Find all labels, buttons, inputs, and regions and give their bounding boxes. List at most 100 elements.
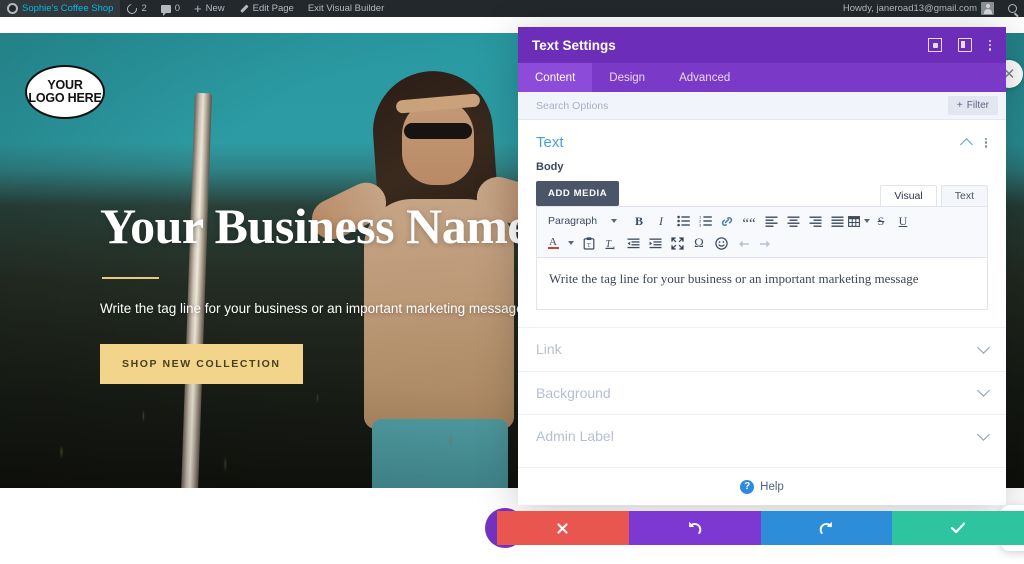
accordion-admin-label-label: Admin Label bbox=[536, 428, 614, 445]
format-select-value: Paragraph bbox=[548, 215, 598, 227]
accordion-link[interactable]: Link bbox=[518, 327, 1006, 371]
text-color-chevron-icon[interactable] bbox=[564, 233, 578, 254]
toolbar-row-2: A T Tx Ω bbox=[542, 232, 982, 254]
more-options-icon[interactable] bbox=[988, 38, 992, 52]
body-field-label: Body bbox=[536, 161, 564, 173]
modal-header: Text Settings bbox=[518, 27, 1006, 63]
update-icon bbox=[125, 1, 140, 16]
special-character-icon[interactable]: Ω bbox=[688, 233, 710, 254]
redo-icon[interactable] bbox=[754, 233, 776, 254]
plus-icon: + bbox=[956, 100, 963, 111]
clear-formatting-icon[interactable]: Tx bbox=[600, 233, 622, 254]
hero-cta-button[interactable]: SHOP NEW COLLECTION bbox=[100, 344, 303, 384]
avatar bbox=[981, 2, 994, 15]
modal-title: Text Settings bbox=[532, 37, 616, 53]
undo-button[interactable] bbox=[628, 511, 761, 545]
help-row[interactable]: ? Help bbox=[518, 467, 1006, 505]
svg-text:T: T bbox=[587, 243, 591, 249]
add-media-button[interactable]: ADD MEDIA bbox=[536, 181, 620, 206]
comment-icon bbox=[160, 4, 171, 16]
wp-editor: ADD MEDIA Visual Text Paragraph B I 1 2 … bbox=[518, 173, 1006, 310]
adminbar-comments[interactable]: 0 bbox=[154, 0, 187, 17]
redo-icon bbox=[819, 521, 832, 534]
accordion-link-label: Link bbox=[536, 341, 562, 358]
tab-content[interactable]: Content bbox=[518, 63, 593, 92]
chevron-down-icon bbox=[977, 340, 990, 354]
tab-visual[interactable]: Visual bbox=[880, 185, 937, 206]
text-section-actions bbox=[960, 136, 988, 151]
hero-title: Your Business Name bbox=[100, 198, 530, 254]
adminbar-edit-page[interactable]: Edit Page bbox=[232, 0, 301, 17]
editor-mode-tabs: Visual Text bbox=[880, 185, 988, 206]
fullscreen-icon[interactable] bbox=[666, 233, 688, 254]
bold-icon[interactable]: B bbox=[628, 211, 650, 232]
align-right-icon[interactable] bbox=[804, 211, 826, 232]
hero-subtitle: Write the tag line for your business or … bbox=[100, 301, 524, 316]
align-center-icon[interactable] bbox=[782, 211, 804, 232]
filter-button[interactable]: + Filter bbox=[947, 96, 998, 115]
paste-as-text-icon[interactable]: T bbox=[578, 233, 600, 254]
adminbar-site-name: Sophie's Coffee Shop bbox=[22, 3, 114, 14]
undo-icon[interactable] bbox=[732, 233, 754, 254]
outdent-icon[interactable] bbox=[622, 233, 644, 254]
logo-line-2: LOGO HERE bbox=[28, 91, 102, 105]
wordpress-logo-icon bbox=[7, 3, 18, 14]
svg-text:3: 3 bbox=[699, 223, 702, 227]
adminbar-updates[interactable]: 2 bbox=[120, 0, 153, 17]
save-button[interactable] bbox=[892, 511, 1024, 545]
adminbar-edit-page-label: Edit Page bbox=[252, 3, 294, 14]
editor-content-area[interactable]: Write the tag line for your business or … bbox=[536, 258, 988, 310]
chevron-down-icon bbox=[611, 219, 618, 223]
section-more-icon[interactable] bbox=[984, 136, 988, 149]
editor-top-row: ADD MEDIA Visual Text bbox=[536, 181, 988, 206]
search-input[interactable] bbox=[536, 99, 948, 112]
blockquote-icon[interactable]: ““ bbox=[738, 211, 760, 232]
builder-action-bar bbox=[485, 505, 1024, 551]
adminbar-exit-visual-builder[interactable]: Exit Visual Builder bbox=[301, 0, 391, 17]
text-section-header: Text bbox=[518, 120, 1006, 157]
align-justify-icon[interactable] bbox=[826, 211, 848, 232]
svg-text:x: x bbox=[612, 245, 615, 249]
adminbar-new-label: New bbox=[205, 3, 225, 14]
format-select[interactable]: Paragraph bbox=[542, 211, 628, 232]
help-icon: ? bbox=[740, 479, 755, 494]
editor-toolbar: Paragraph B I 123 ““ S U A T T x Ω bbox=[536, 206, 988, 258]
adminbar-comments-count: 0 bbox=[174, 3, 181, 14]
pencil-icon bbox=[239, 4, 249, 14]
adminbar-search[interactable] bbox=[1001, 0, 1024, 17]
wp-admin-bar: Sophie's Coffee Shop 2 0 + New Edit Page… bbox=[0, 0, 1024, 17]
discard-button[interactable] bbox=[497, 511, 629, 545]
italic-icon[interactable]: I bbox=[650, 211, 672, 232]
emoji-icon[interactable] bbox=[710, 233, 732, 254]
text-section-title: Text bbox=[536, 134, 564, 151]
adminbar-account[interactable]: Howdy, janeroad13@gmail.com bbox=[836, 0, 1001, 17]
modal-tabs: Content Design Advanced bbox=[518, 63, 1006, 92]
accordion-background[interactable]: Background bbox=[518, 370, 1006, 415]
redo-button[interactable] bbox=[760, 511, 893, 545]
strikethrough-icon[interactable]: S bbox=[870, 211, 892, 232]
tab-design[interactable]: Design bbox=[592, 63, 662, 92]
tab-advanced[interactable]: Advanced bbox=[662, 63, 747, 92]
modal-header-actions bbox=[928, 38, 992, 52]
site-logo[interactable]: YOUR LOGO HERE bbox=[25, 65, 105, 119]
table-icon[interactable] bbox=[848, 211, 870, 232]
chevron-up-icon[interactable] bbox=[960, 137, 973, 151]
plus-icon: + bbox=[194, 1, 202, 16]
bulleted-list-icon[interactable] bbox=[672, 211, 694, 232]
tab-text[interactable]: Text bbox=[940, 185, 988, 206]
link-icon[interactable] bbox=[716, 211, 738, 232]
align-left-icon[interactable] bbox=[760, 211, 782, 232]
underline-icon[interactable]: U bbox=[892, 211, 914, 232]
accordion-admin-label[interactable]: Admin Label bbox=[518, 414, 1006, 458]
focus-mode-icon[interactable] bbox=[928, 38, 942, 52]
text-color-icon[interactable]: A bbox=[542, 233, 564, 254]
indent-icon[interactable] bbox=[644, 233, 666, 254]
adminbar-site-item[interactable]: Sophie's Coffee Shop bbox=[0, 0, 121, 17]
text-settings-modal: Text Settings Content Design Advanced + … bbox=[518, 27, 1006, 505]
panel-layout-icon[interactable] bbox=[958, 38, 972, 52]
adminbar-new[interactable]: + New bbox=[187, 0, 232, 17]
adminbar-updates-count: 2 bbox=[141, 3, 147, 14]
numbered-list-icon[interactable]: 123 bbox=[694, 211, 716, 232]
adminbar-howdy: Howdy, janeroad13@gmail.com bbox=[842, 3, 977, 14]
